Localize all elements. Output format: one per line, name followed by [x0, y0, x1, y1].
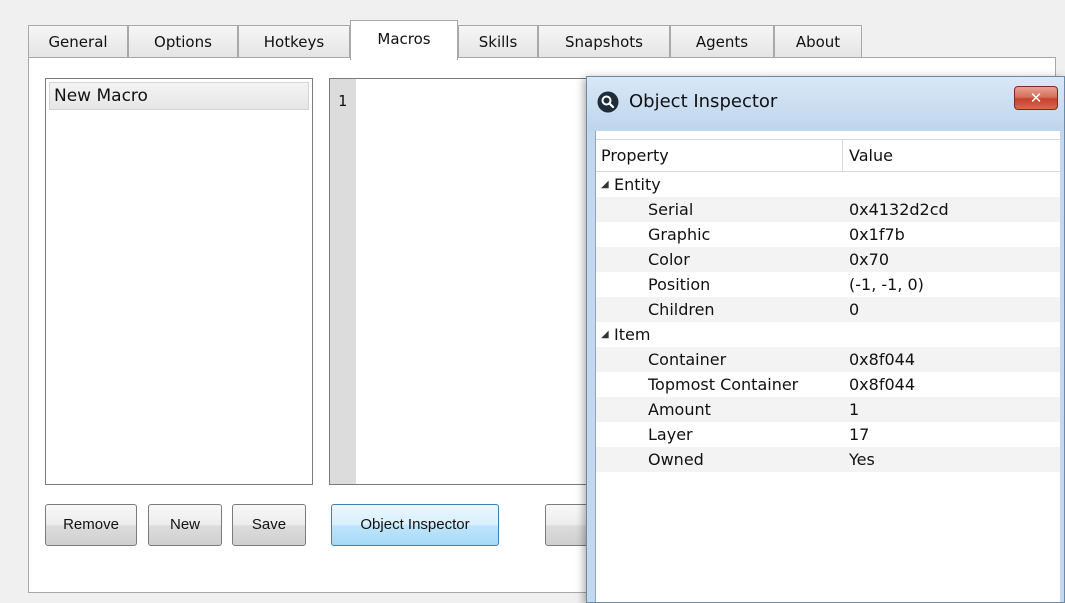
grid-rows: ◢ Entity Serial 0x4132d2cd Graphic 0x1f7…	[596, 172, 1060, 472]
property-value: 17	[849, 425, 870, 444]
column-divider[interactable]	[842, 140, 843, 171]
property-value: Yes	[849, 450, 875, 469]
tab-skills[interactable]: Skills	[458, 25, 538, 58]
line-number: 1	[338, 92, 348, 110]
property-value: 0x4132d2cd	[849, 200, 949, 219]
line-number-gutter: 1	[330, 79, 356, 484]
table-row[interactable]: Serial 0x4132d2cd	[596, 197, 1060, 222]
group-label: Item	[614, 325, 651, 344]
property-column-header[interactable]: Property	[601, 146, 669, 165]
group-entity[interactable]: ◢ Entity	[596, 172, 1060, 197]
property-value: 0x8f044	[849, 375, 915, 394]
tab-options[interactable]: Options	[128, 25, 238, 58]
table-row[interactable]: Amount 1	[596, 397, 1060, 422]
table-row[interactable]: Container 0x8f044	[596, 347, 1060, 372]
table-row[interactable]: Owned Yes	[596, 447, 1060, 472]
tab-bar: General Options Hotkeys Macros Skills Sn…	[28, 20, 868, 60]
group-item[interactable]: ◢ Item	[596, 322, 1060, 347]
tab-agents[interactable]: Agents	[670, 25, 774, 58]
property-name: Owned	[648, 450, 704, 469]
grid-header: Property Value	[596, 139, 1060, 172]
property-name: Container	[648, 350, 727, 369]
macro-list[interactable]: New Macro	[45, 78, 313, 485]
value-column-header[interactable]: Value	[849, 146, 893, 165]
property-name: Serial	[648, 200, 694, 219]
property-name: Layer	[648, 425, 693, 444]
table-row[interactable]: Children 0	[596, 297, 1060, 322]
property-name: Color	[648, 250, 690, 269]
save-button[interactable]: Save	[232, 504, 306, 546]
table-row[interactable]: Layer 17	[596, 422, 1060, 447]
title-bar[interactable]: Object Inspector ✕	[587, 77, 1064, 131]
group-label: Entity	[614, 175, 661, 194]
expand-triangle-icon[interactable]: ◢	[601, 172, 609, 197]
table-row[interactable]: Topmost Container 0x8f044	[596, 372, 1060, 397]
property-grid[interactable]: Property Value ◢ Entity Serial 0x4132d2c…	[595, 131, 1060, 602]
object-inspector-button[interactable]: Object Inspector	[331, 504, 499, 546]
property-value: 1	[849, 400, 860, 419]
window-title: Object Inspector	[629, 91, 778, 112]
property-name: Amount	[648, 400, 711, 419]
remove-button[interactable]: Remove	[45, 504, 137, 546]
macro-editor[interactable]: 1	[329, 78, 629, 485]
property-value: 0x8f044	[849, 350, 915, 369]
tab-macros[interactable]: Macros	[350, 20, 458, 60]
macro-list-item[interactable]: New Macro	[49, 82, 309, 110]
table-row[interactable]: Position (-1, -1, 0)	[596, 272, 1060, 297]
close-icon: ✕	[1029, 89, 1043, 107]
property-value: 0x1f7b	[849, 225, 905, 244]
tab-hotkeys[interactable]: Hotkeys	[238, 25, 350, 58]
property-value: (-1, -1, 0)	[849, 275, 924, 294]
property-name: Graphic	[648, 225, 711, 244]
table-row[interactable]: Color 0x70	[596, 247, 1060, 272]
property-value: 0x70	[849, 250, 890, 269]
table-row[interactable]: Graphic 0x1f7b	[596, 222, 1060, 247]
tab-snapshots[interactable]: Snapshots	[538, 25, 670, 58]
tab-general[interactable]: General	[28, 25, 128, 58]
close-button[interactable]: ✕	[1014, 86, 1058, 110]
property-name: Children	[648, 300, 715, 319]
property-value: 0	[849, 300, 860, 319]
new-button[interactable]: New	[148, 504, 222, 546]
expand-triangle-icon[interactable]: ◢	[601, 322, 609, 347]
object-inspector-window: Object Inspector ✕ Property Value ◢ Enti…	[586, 76, 1065, 603]
property-name: Topmost Container	[648, 375, 799, 394]
magnifier-icon	[597, 91, 619, 113]
property-name: Position	[648, 275, 711, 294]
tab-about[interactable]: About	[774, 25, 862, 58]
